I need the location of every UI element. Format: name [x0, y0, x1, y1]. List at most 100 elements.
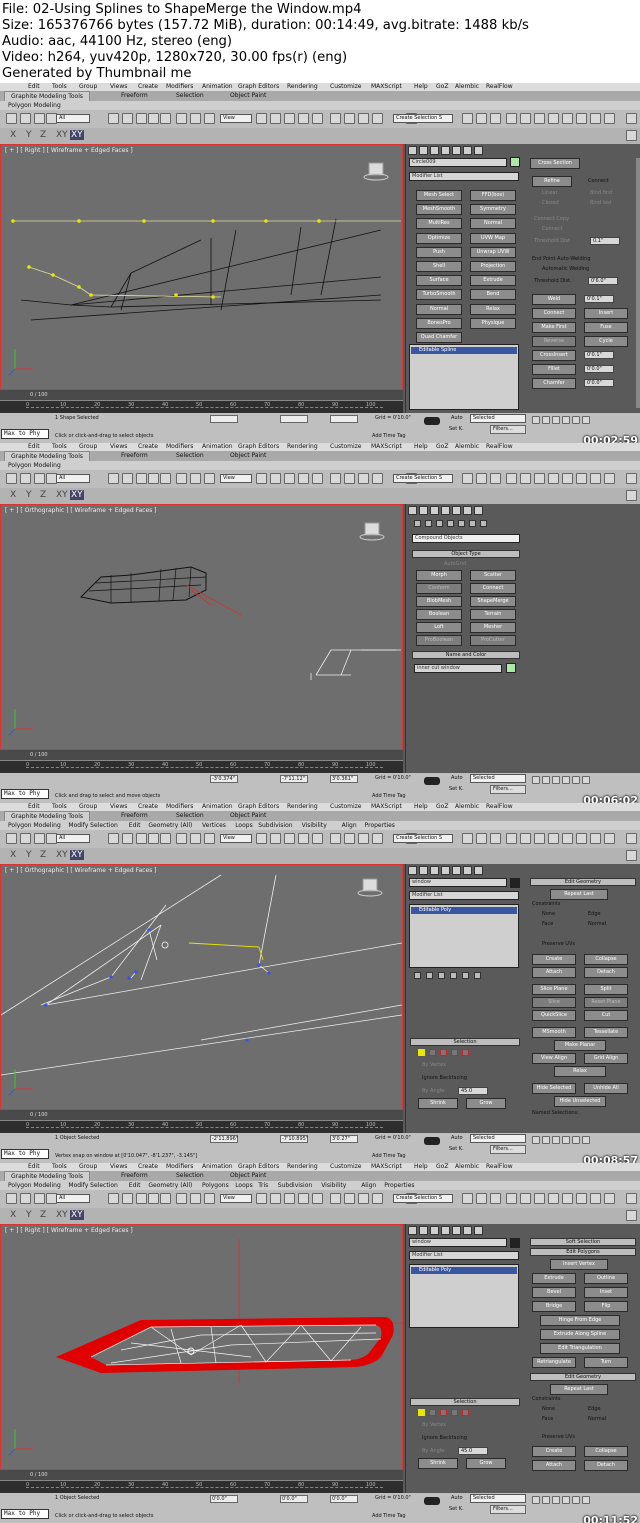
command-tab-icon[interactable] [474, 1226, 483, 1235]
ribbon-subtab-2[interactable]: Edit [129, 1181, 141, 1190]
named-selection-dropdown[interactable]: Create Selection S [393, 1194, 453, 1203]
selection-rollout[interactable]: Selection [410, 1038, 520, 1046]
viewport[interactable]: [ + ] [ Orthographic ] [ Wireframe + Edg… [0, 864, 403, 1110]
modifier-button[interactable]: Normal [416, 303, 462, 315]
ribbon-subtab-1[interactable]: Modify Selection [68, 1181, 117, 1190]
toolbar-icon[interactable] [534, 833, 545, 844]
toolbar-icon[interactable] [256, 833, 267, 844]
set-key-button[interactable]: Set K. [449, 1506, 464, 1512]
edit-geometry-slice-button[interactable]: Slice [532, 997, 576, 1008]
toolbar-icon[interactable] [284, 833, 295, 844]
connect-checkbox[interactable]: Connect [588, 178, 609, 184]
object-name-field[interactable]: inner cut window [414, 664, 502, 673]
edit-geometry-relax-button[interactable]: Relax [554, 1066, 606, 1077]
toolbar-icon[interactable] [136, 833, 147, 844]
cross-section-button[interactable]: Cross Section [530, 158, 580, 169]
toolbar-icon[interactable] [20, 833, 31, 844]
toolbar-icon[interactable] [506, 833, 517, 844]
by-vertex-checkbox[interactable]: By Vertex [422, 1422, 446, 1428]
subobject-level-icon[interactable] [462, 1049, 469, 1056]
bind-last-checkbox[interactable]: Bind last [590, 200, 612, 206]
toolbar-icon[interactable] [176, 1193, 187, 1204]
edit-polygons-rollout[interactable]: Edit Polygons [530, 1248, 636, 1256]
spline-crossinsert-button[interactable]: CrossInsert [532, 350, 576, 361]
ribbon-subtab-0[interactable]: Polygon Modeling [8, 461, 61, 470]
selection-filter-dropdown[interactable]: All [56, 114, 90, 123]
toolbar-icon[interactable] [604, 1193, 615, 1204]
command-tab-icon[interactable] [408, 866, 417, 875]
menu-maxscript[interactable]: MAXScript [371, 1163, 402, 1171]
toolbar-icon[interactable] [330, 1193, 341, 1204]
axis-constraint-x-0[interactable]: X [10, 850, 16, 860]
axis-constraint-xy-4[interactable]: XY [70, 130, 84, 140]
toolbar-icon[interactable] [270, 473, 281, 484]
menu-animation[interactable]: Animation [202, 803, 233, 811]
menu-tools[interactable]: Tools [52, 1163, 67, 1171]
ribbon-subtab-10[interactable]: Properties [384, 1181, 414, 1190]
stack-tool-icon[interactable] [438, 972, 445, 979]
transform-coord-z[interactable]: 3'0.27" [330, 1135, 358, 1143]
stack-tool-icon[interactable] [414, 972, 421, 979]
menu-animation[interactable]: Animation [202, 1163, 233, 1171]
toolbar-icon[interactable] [34, 473, 45, 484]
toolbar-icon[interactable] [108, 113, 119, 124]
subobject-level-icon[interactable] [451, 1409, 458, 1416]
object-name-field[interactable]: Circle009 [409, 158, 507, 167]
toolbar-icon[interactable] [176, 833, 187, 844]
create-category-icon[interactable] [480, 520, 487, 527]
axis-constraint-z-2[interactable]: Z [40, 490, 46, 500]
transform-coord-z[interactable] [330, 415, 358, 423]
ribbon-subtab-1[interactable]: Modify Selection [68, 821, 117, 830]
compound-proboolean-button[interactable]: ProBoolean [416, 635, 462, 646]
modifier-button[interactable]: Projection [470, 261, 516, 272]
playback-icon[interactable] [562, 1136, 570, 1144]
command-tab-icon[interactable] [452, 866, 461, 875]
toolbar-icon[interactable] [298, 473, 309, 484]
modifier-button[interactable]: Push [416, 246, 462, 258]
attach-button[interactable]: Attach [532, 1460, 576, 1471]
playback-icon[interactable] [572, 1136, 580, 1144]
playback-icon[interactable] [582, 1496, 590, 1504]
transform-coord-y[interactable]: 0'0.0" [280, 1495, 308, 1503]
toolbar-icon[interactable] [604, 833, 615, 844]
modifier-button[interactable]: Optimize [416, 232, 462, 244]
selection-filter-dropdown[interactable]: All [56, 1194, 90, 1203]
playback-icon[interactable] [582, 776, 590, 784]
edit-polygons-retriangulate-button[interactable]: Retriangulate [532, 1357, 576, 1368]
set-key-icon[interactable] [424, 1137, 440, 1145]
menu-alembic[interactable]: Alembic [455, 803, 479, 811]
toolbar-icon[interactable] [626, 850, 637, 861]
menu-create[interactable]: Create [138, 83, 158, 91]
reference-coordinate-dropdown[interactable]: View [220, 114, 252, 123]
toolbar-icon[interactable] [122, 833, 133, 844]
toolbar-icon[interactable] [506, 473, 517, 484]
named-selection-dropdown[interactable]: Create Selection S [393, 474, 453, 483]
menu-maxscript[interactable]: MAXScript [371, 443, 402, 451]
ribbon-tab-2[interactable]: Selection [176, 811, 204, 821]
ribbon-subtab-8[interactable]: Align [342, 821, 357, 830]
toolbar-icon[interactable] [312, 833, 323, 844]
toolbar-icon[interactable] [506, 113, 517, 124]
set-key-icon[interactable] [424, 417, 440, 425]
spline-weld-button[interactable]: Weld [532, 294, 576, 305]
menu-customize[interactable]: Customize [330, 803, 362, 811]
command-tab-icon[interactable] [452, 146, 461, 155]
modifier-button[interactable]: Relax [470, 303, 516, 315]
command-tab-icon[interactable] [408, 506, 417, 515]
grow-button[interactable]: Grow [466, 1098, 506, 1109]
command-tab-icon[interactable] [430, 146, 439, 155]
toolbar-icon[interactable] [270, 1193, 281, 1204]
toolbar-icon[interactable] [148, 473, 159, 484]
playback-icon[interactable] [552, 776, 560, 784]
axis-constraint-xy-3[interactable]: XY [56, 490, 68, 500]
toolbar-icon[interactable] [122, 113, 133, 124]
track-bar[interactable]: 0 10 20 30 40 50 60 70 80 90 100 [0, 400, 403, 413]
menu-views[interactable]: Views [110, 803, 127, 811]
subobject-level-icon[interactable] [440, 1049, 447, 1056]
toolbar-icon[interactable] [344, 833, 355, 844]
axis-constraint-xy-4[interactable]: XY [70, 490, 84, 500]
playback-icon[interactable] [582, 1136, 590, 1144]
time-slider[interactable]: 0 / 100 [0, 1110, 403, 1120]
edit-geometry-attach-button[interactable]: Attach [532, 967, 576, 978]
ignore-backfacing-checkbox[interactable]: Ignore Backfacing [422, 1435, 467, 1441]
